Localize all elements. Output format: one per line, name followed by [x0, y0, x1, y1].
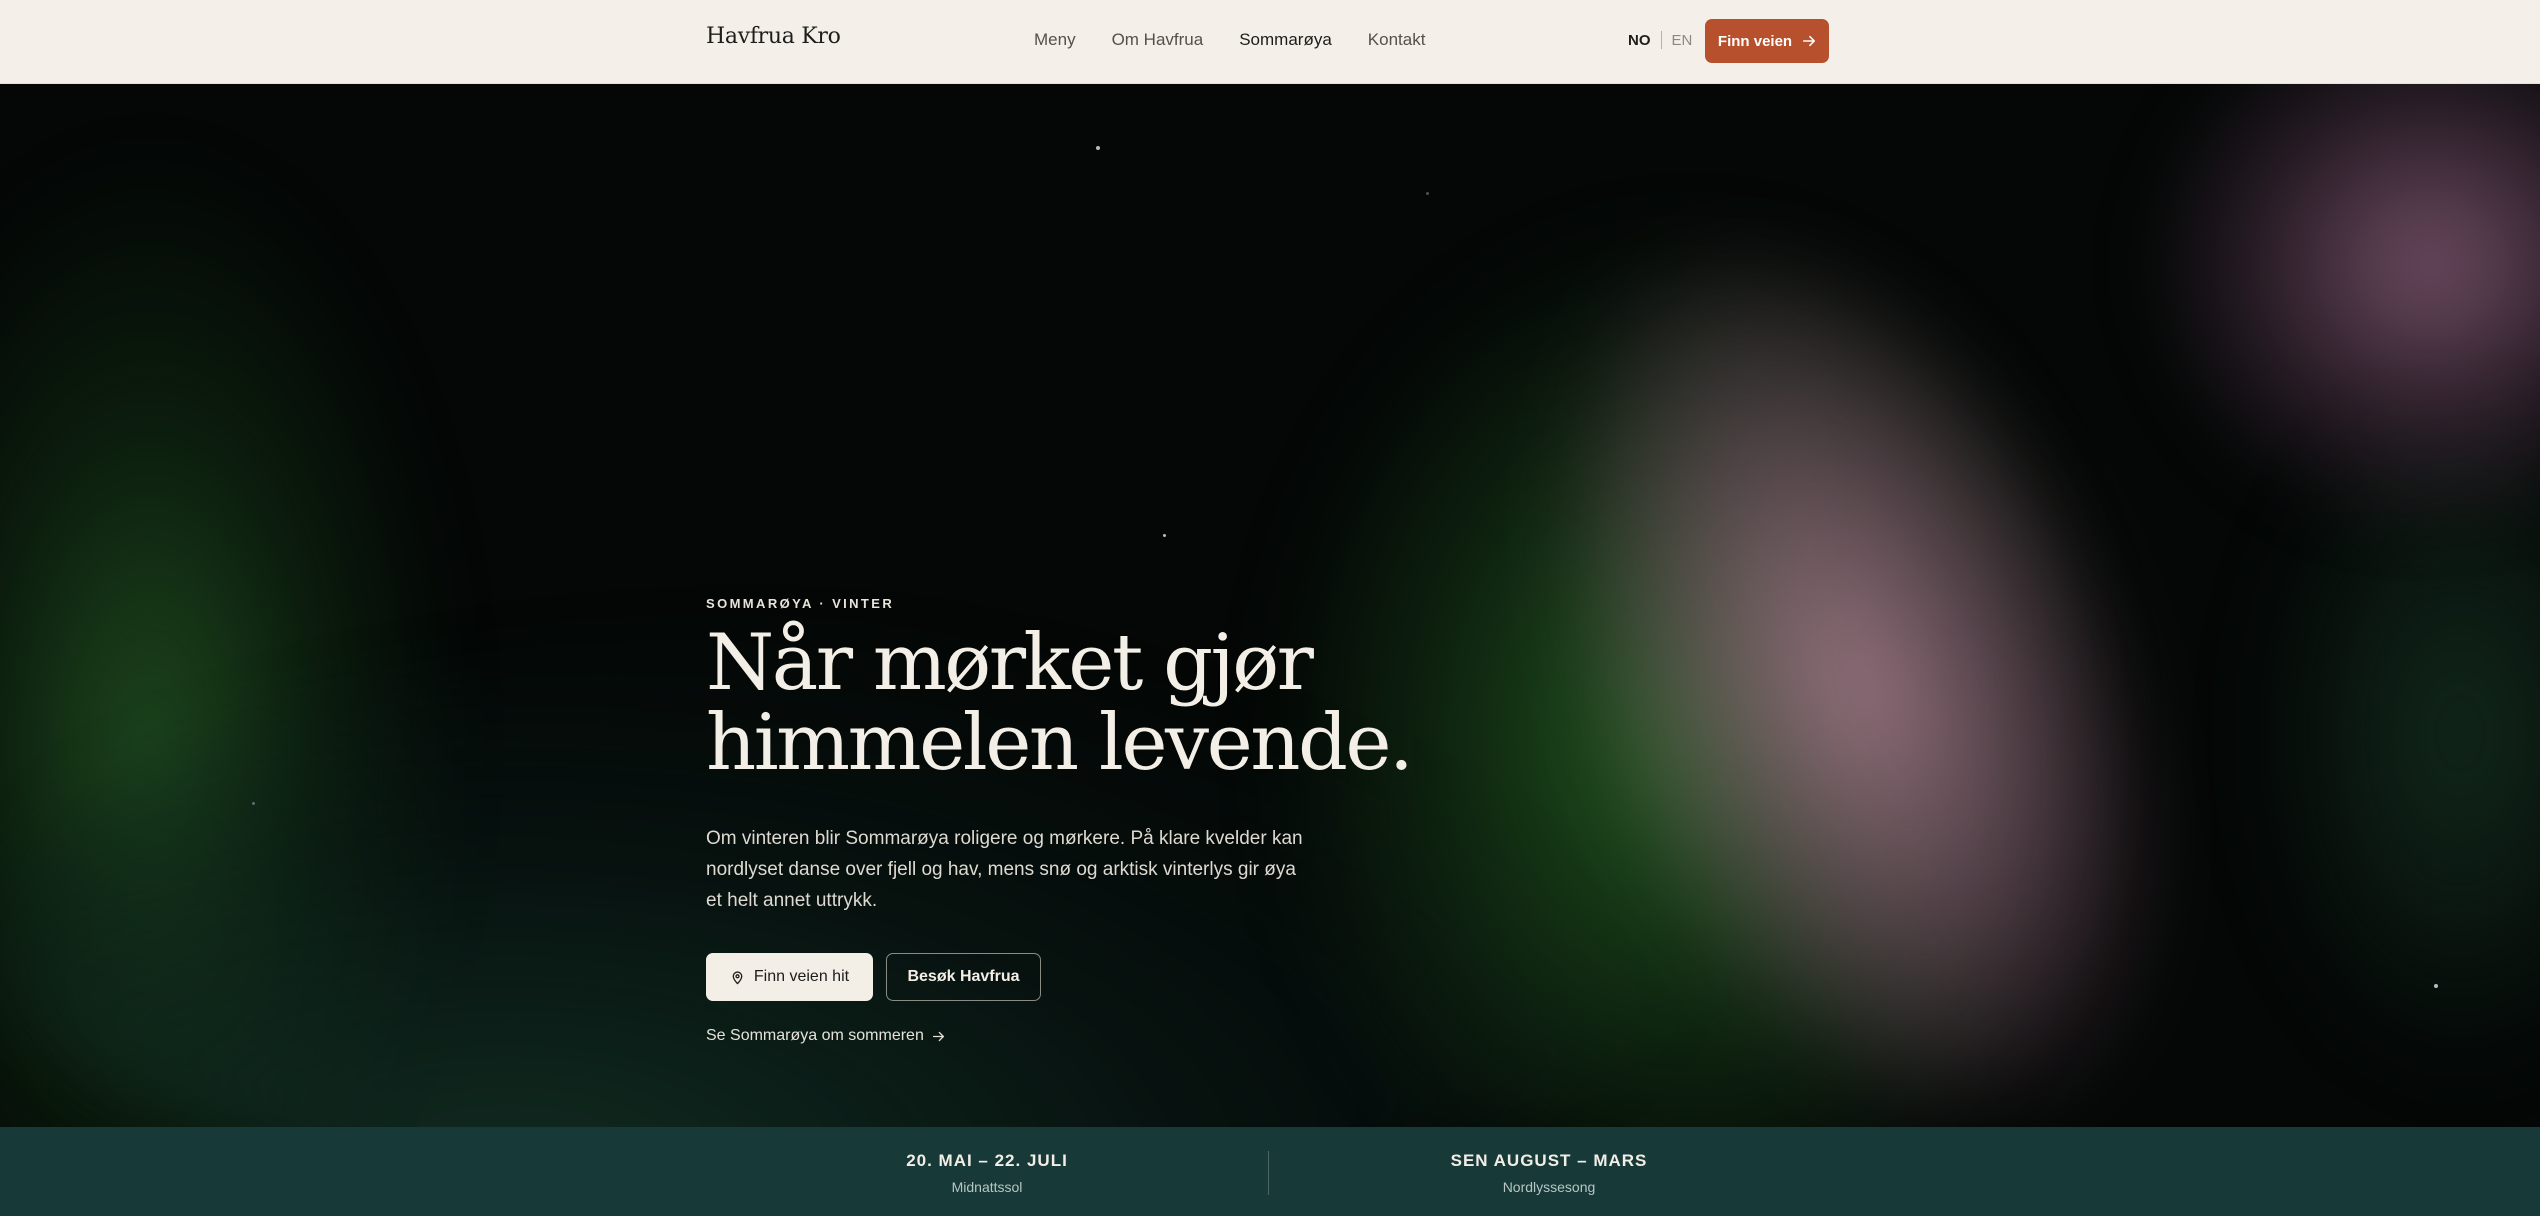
- summer-link[interactable]: Se Sommarøya om sommeren: [706, 1027, 1606, 1045]
- star: [1096, 146, 1100, 150]
- nav-item-meny[interactable]: Meny: [1034, 30, 1076, 50]
- season-label: Midnattssol: [951, 1179, 1023, 1195]
- arrow-right-icon: [1803, 35, 1816, 47]
- find-way-label: Finn veien: [1717, 32, 1793, 50]
- top-navigation: Havfrua Kro Meny Om Havfrua Sommarøya Ko…: [0, 0, 2540, 84]
- hero-eyebrow: SOMMARØYA · VINTER: [706, 596, 895, 611]
- lang-no[interactable]: NO: [1628, 32, 1651, 49]
- lang-divider: [1660, 31, 1662, 49]
- season-date: SEN AUGUST – MARS: [1450, 1151, 1648, 1170]
- season-divider: [1268, 1151, 1269, 1195]
- visit-havfrua-button[interactable]: Besøk Havfrua: [886, 953, 1041, 1001]
- hero-content: SOMMARØYA · VINTER Når mørket gjør himme…: [706, 596, 1606, 1045]
- season-strip: 20. MAI – 22. JULI Midnattssol SEN AUGUS…: [0, 1127, 2540, 1216]
- brand-logo[interactable]: Havfrua Kro: [706, 24, 841, 49]
- nav-item-sommaroya[interactable]: Sommarøya: [1239, 30, 1332, 50]
- hero-description: Om vinteren blir Sommarøya roligere og m…: [706, 828, 1303, 911]
- season-midnight-sun: 20. MAI – 22. JULI Midnattssol: [807, 1151, 1167, 1195]
- season-date: 20. MAI – 22. JULI: [906, 1151, 1068, 1170]
- hero-headline-line-2: himmelen levende.: [706, 698, 1414, 788]
- hero-headline: Når mørket gjør himmelen levende.: [706, 623, 1606, 783]
- season-label: Nordlyssesong: [1502, 1179, 1596, 1195]
- find-way-button[interactable]: Finn veien: [1705, 19, 1829, 63]
- star: [2434, 984, 2438, 988]
- hero-section: SOMMARØYA · VINTER Når mørket gjør himme…: [0, 84, 2540, 1127]
- find-way-here-button[interactable]: Finn veien hit: [706, 953, 873, 1001]
- aurora-glow-pink-top: [2150, 84, 2540, 524]
- hero-buttons: Finn veien hit Besøk Havfrua: [706, 953, 1606, 1001]
- map-pin-icon: [732, 970, 743, 984]
- find-way-here-label: Finn veien hit: [753, 968, 850, 985]
- star: [1163, 534, 1166, 537]
- arrow-right-icon: [932, 1031, 944, 1041]
- lang-en[interactable]: EN: [1672, 32, 1693, 49]
- nav-item-om-havfrua[interactable]: Om Havfrua: [1112, 30, 1204, 50]
- star: [1426, 192, 1429, 195]
- language-switcher: NO EN: [1628, 31, 1692, 49]
- hero-headline-line-1: Når mørket gjør: [706, 618, 1314, 708]
- summer-link-label: Se Sommarøya om sommeren: [706, 1027, 924, 1044]
- star: [252, 802, 255, 805]
- nav-item-kontakt[interactable]: Kontakt: [1368, 30, 1426, 50]
- season-northern-lights: SEN AUGUST – MARS Nordlyssesong: [1369, 1151, 1729, 1195]
- main-menu: Meny Om Havfrua Sommarøya Kontakt: [1034, 30, 1425, 50]
